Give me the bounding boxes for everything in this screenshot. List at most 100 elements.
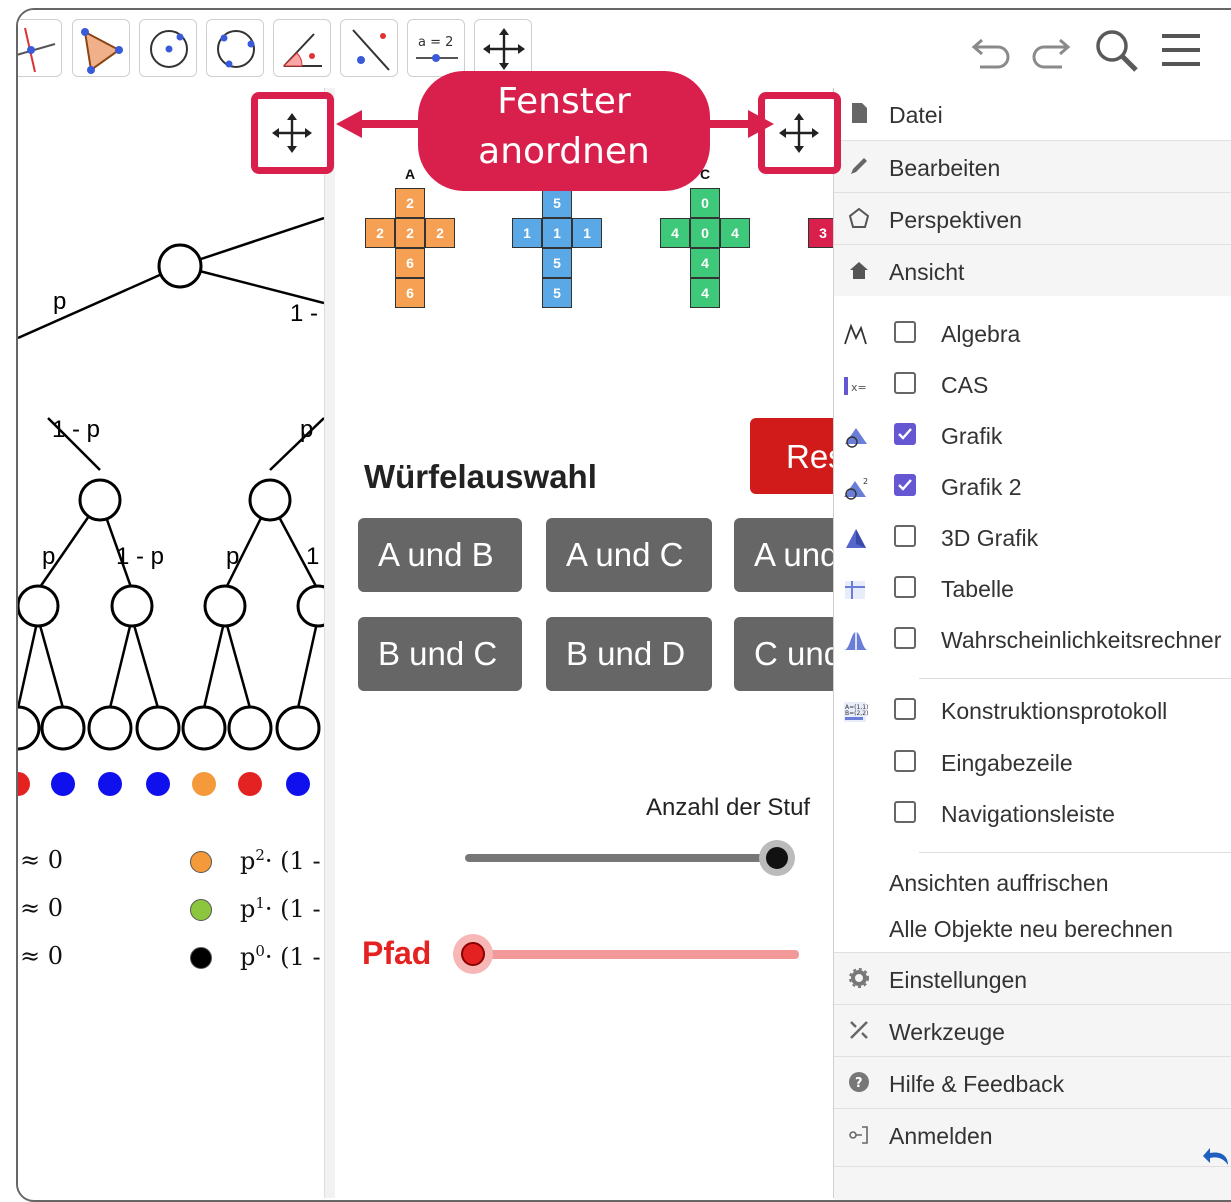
menu-item-anmelden[interactable]: Anmelden (834, 1108, 1231, 1166)
button-a-und-d[interactable]: A und (734, 518, 835, 592)
checkbox-unchecked[interactable] (894, 525, 916, 547)
menu-item-einstellungen[interactable]: Einstellungen (834, 952, 1231, 1004)
recompute-objects-link[interactable]: Alle Objekte neu berechnen (889, 916, 1173, 943)
view-toggle-3d-grafik[interactable]: 3D Grafik (834, 512, 1231, 563)
menu-item-bearbeiten[interactable]: Bearbeiten (834, 140, 1231, 192)
check-icon (898, 479, 912, 491)
algebra-view-icon (844, 323, 867, 345)
svg-text:B=(2,2): B=(2,2) (845, 710, 868, 717)
menu-item-datei[interactable]: Datei (834, 88, 1231, 140)
callout-line-2: anordnen (478, 131, 650, 172)
tree-edge-label: p (226, 543, 240, 570)
main-menu: Datei Bearbeiten Perspektiven Ansicht Al… (833, 88, 1231, 1200)
die-face: 2 (365, 218, 395, 248)
hamburger-menu-icon[interactable] (1158, 28, 1206, 72)
checkbox-checked[interactable] (894, 474, 916, 496)
reflect-tool-icon[interactable] (340, 19, 398, 77)
tree-edge-label: 1 - p (116, 543, 165, 570)
checkbox-unchecked[interactable] (894, 698, 916, 720)
search-icon[interactable] (1092, 26, 1142, 74)
probability-tree (18, 216, 324, 751)
pentagon-icon (848, 207, 870, 228)
stufen-slider[interactable] (465, 840, 795, 880)
undo-icon[interactable] (968, 30, 1018, 70)
redo-icon[interactable] (1024, 30, 1074, 70)
view-toggle-eingabezeile[interactable]: Eingabezeile (834, 737, 1231, 788)
circle-center-tool-icon[interactable] (139, 19, 197, 77)
checkbox-unchecked[interactable] (894, 576, 916, 598)
button-a-und-b[interactable]: A und B (358, 518, 522, 592)
die-face: 6 (395, 278, 425, 308)
view-toggle-wahrscheinlichkeitsrechner[interactable]: Wahrscheinlichkeitsrechner (834, 614, 1231, 665)
tree-edge-label: p (300, 416, 314, 443)
menu-item-label: Bearbeiten (889, 155, 1001, 181)
gear-icon (849, 968, 869, 988)
button-c-und-d[interactable]: C und (734, 617, 835, 691)
circle-three-points-tool-icon[interactable] (206, 19, 264, 77)
construction-protocol-icon: A=(1,1)B=(2,2) (844, 702, 868, 722)
polygon-tool-icon[interactable] (72, 19, 130, 77)
menu-item-ansicht[interactable]: Ansicht (834, 244, 1231, 296)
legend-formula: p1· (1 - (240, 894, 321, 923)
die-face: 4 (720, 218, 750, 248)
legend-color-dot (190, 947, 212, 969)
view-toggle-cas[interactable]: x= CAS (834, 359, 1231, 410)
button-a-und-c[interactable]: A und C (546, 518, 712, 592)
legend-color-dot (190, 899, 212, 921)
reset-button[interactable]: Res (750, 418, 835, 494)
die-face: 2 (395, 188, 425, 218)
graphics-view-icon (845, 428, 867, 448)
checkbox-unchecked[interactable] (894, 627, 916, 649)
leaf-dot (98, 772, 122, 796)
menu-footer (834, 1148, 1231, 1200)
approx-value: ≈ 0 (20, 942, 64, 970)
die-face: 1 (512, 218, 542, 248)
leaf-dot (238, 772, 262, 796)
menu-item-label: Datei (889, 102, 943, 128)
angle-tool-icon[interactable] (273, 19, 331, 77)
menu-item-werkzeuge[interactable]: Werkzeuge (834, 1004, 1231, 1056)
view-toggle-algebra[interactable]: Algebra (834, 308, 1231, 359)
wuerfelauswahl-heading: Würfelauswahl (364, 458, 597, 495)
die-face: 3 (808, 218, 835, 248)
view-label: Wahrscheinlichkeitsrechner (941, 627, 1222, 653)
view-toggle-grafik-2[interactable]: 2 Grafik 2 (834, 461, 1231, 512)
home-icon (850, 262, 868, 279)
back-arrow-icon[interactable] (1202, 1143, 1231, 1173)
button-b-und-c[interactable]: B und C (358, 617, 522, 691)
leaf-dot (146, 772, 170, 796)
slider-tool-icon[interactable]: a = 2 (407, 19, 465, 77)
graphics-view-2[interactable]: A222266511155C0404443 Würfelauswahl A un… (335, 88, 835, 1198)
sign-in-icon (849, 1126, 868, 1144)
checkbox-unchecked[interactable] (894, 321, 916, 343)
line-tool-icon[interactable] (18, 19, 62, 77)
move-view-button-left[interactable] (251, 92, 334, 174)
menu-item-label: Anmelden (889, 1123, 993, 1149)
refresh-views-link[interactable]: Ansichten auffrischen (889, 870, 1109, 897)
cas-view-icon: x= (844, 377, 867, 395)
view-label: Grafik 2 (941, 474, 1022, 500)
checkbox-unchecked[interactable] (894, 372, 916, 394)
checkbox-checked[interactable] (894, 423, 916, 445)
stufen-slider-label: Anzahl der Stuf (646, 794, 811, 821)
menu-item-perspektiven[interactable]: Perspektiven (834, 192, 1231, 244)
view-toggle-grafik[interactable]: Grafik (834, 410, 1231, 461)
tree-edge-label: 1 (306, 543, 320, 570)
view-toggle-navigationsleiste[interactable]: Navigationsleiste (834, 788, 1231, 839)
leaf-dot (192, 772, 216, 796)
move-graphics-view-tool-icon[interactable] (474, 19, 532, 77)
approx-value: ≈ 0 (20, 846, 64, 874)
view-label: Eingabezeile (941, 750, 1073, 776)
view-toggle-tabelle[interactable]: Tabelle (834, 563, 1231, 614)
die-face: 0 (690, 218, 720, 248)
check-icon (898, 428, 912, 440)
button-b-und-d[interactable]: B und D (546, 617, 712, 691)
graphics-view-tree[interactable]: p 1 - 1 - p p p 1 - p p 1 ≈ 0 ≈ 0 ≈ 0 p2… (18, 88, 324, 1198)
menu-item-hilfe[interactable]: ? Hilfe & Feedback (834, 1056, 1231, 1108)
checkbox-unchecked[interactable] (894, 801, 916, 823)
view-toggle-konstruktionsprotokoll[interactable]: A=(1,1) B=(2,2) Konstruktionsprotokoll (834, 685, 1231, 736)
pfad-slider[interactable] (453, 934, 803, 980)
die-face: 6 (395, 248, 425, 278)
checkbox-unchecked[interactable] (894, 750, 916, 772)
die-face: 2 (395, 218, 425, 248)
